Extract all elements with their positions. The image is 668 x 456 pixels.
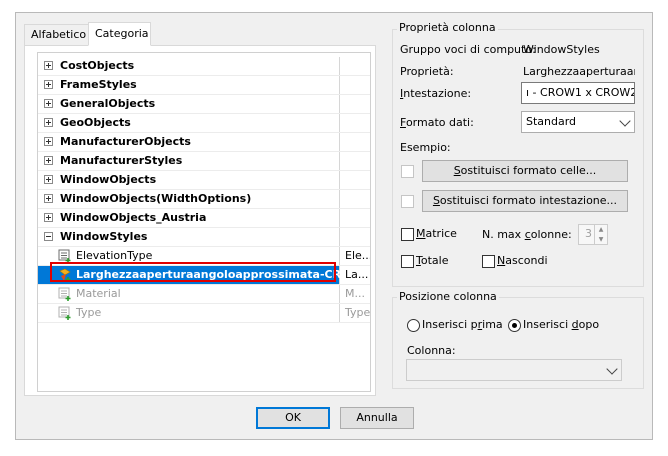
tree-property-row[interactable]: ElevationType Ele... [38,247,370,266]
expand-icon[interactable] [44,137,53,146]
group-value: WindowStyles [523,43,600,56]
total-checkbox[interactable] [401,255,414,268]
hide-label: Nascondi [497,254,548,267]
example-header-checkbox[interactable] [401,195,414,208]
tree-category[interactable]: CostObjects [38,57,370,76]
spinner-buttons[interactable]: ▲ ▼ [594,225,607,244]
ok-button[interactable]: OK [256,407,330,429]
example-label: Esempio: [400,141,451,154]
tab-categoria[interactable]: Categoria [88,22,151,46]
group-label: Gruppo voci di computo: [400,43,536,56]
cancel-button[interactable]: Annulla [340,407,414,429]
format-select[interactable]: Standard [521,111,635,133]
column-properties-dialog: Alfabetico Categoria CostObjects FrameSt… [15,12,653,440]
expand-icon[interactable] [44,213,53,222]
tree-category[interactable]: WindowObjects [38,171,370,190]
tree-category-expanded[interactable]: WindowStyles [38,228,370,247]
insert-after-radio[interactable] [508,319,521,332]
insert-after-label: Inserisci dopo [523,318,600,331]
hide-checkbox[interactable] [482,255,495,268]
matrix-label: Matrice [416,227,457,240]
property-list-icon [58,249,71,263]
insert-before-radio[interactable] [407,319,420,332]
max-columns-label: N. max colonne: [482,228,572,241]
replace-header-format-button[interactable]: Sostituisci formato intestazione... [422,190,628,212]
property-tree[interactable]: CostObjects FrameStyles GeneralObjects G… [37,52,371,392]
property-label: Proprietà: [400,65,454,78]
expand-icon[interactable] [44,99,53,108]
expand-icon[interactable] [44,194,53,203]
expand-icon[interactable] [44,156,53,165]
total-label: Totale [416,254,449,267]
matrix-checkbox[interactable] [401,228,414,241]
replace-cell-format-button[interactable]: Sostituisci formato celle... [422,160,628,182]
tree-property-row[interactable]: Type Type [38,304,370,323]
formula-property-icon [59,268,71,282]
chevron-down-icon [619,115,631,127]
collapse-icon[interactable] [44,232,53,241]
tab-alfabetico[interactable]: Alfabetico [24,24,89,46]
tree-category[interactable]: WindowObjects(WidthOptions) [38,190,370,209]
tree-property-row[interactable]: Material M... [38,285,370,304]
expand-icon[interactable] [44,80,53,89]
column-position-title: Posizione colonna [397,290,499,303]
column-properties-title: Proprietà colonna [397,21,498,34]
property-list-icon [58,287,71,301]
spin-up-icon[interactable]: ▲ [595,225,607,235]
column-select[interactable] [406,359,622,381]
tree-category[interactable]: GeoObjects [38,114,370,133]
header-input[interactable]: ı - CROW1 x CROW2 [521,82,635,104]
format-label: Formato dati: [400,116,474,129]
tree-category[interactable]: ManufacturerStyles [38,152,370,171]
property-list-icon [58,306,71,320]
tree-category[interactable]: FrameStyles [38,76,370,95]
property-value: Larghezzaaperturaangc [523,65,635,78]
example-cells-checkbox[interactable] [401,165,414,178]
chevron-down-icon [606,363,618,375]
expand-icon[interactable] [44,61,53,70]
format-select-value: Standard [526,115,577,128]
max-columns-spinner[interactable]: 3 ▲ ▼ [578,224,608,245]
expand-icon[interactable] [44,175,53,184]
tree-category[interactable]: WindowObjects_Austria [38,209,370,228]
expand-icon[interactable] [44,118,53,127]
tab-panel: CostObjects FrameStyles GeneralObjects G… [24,45,376,396]
spin-down-icon[interactable]: ▼ [595,235,607,245]
header-label: Intestazione: [400,87,472,100]
insert-before-label: Inserisci prima [422,318,503,331]
tree-category[interactable]: ManufacturerObjects [38,133,370,152]
tree-property-row-selected[interactable]: Larghezzaaperturaangoloapprossimata-CROW… [38,266,370,285]
tree-category[interactable]: GeneralObjects [38,95,370,114]
column-label: Colonna: [407,344,456,357]
